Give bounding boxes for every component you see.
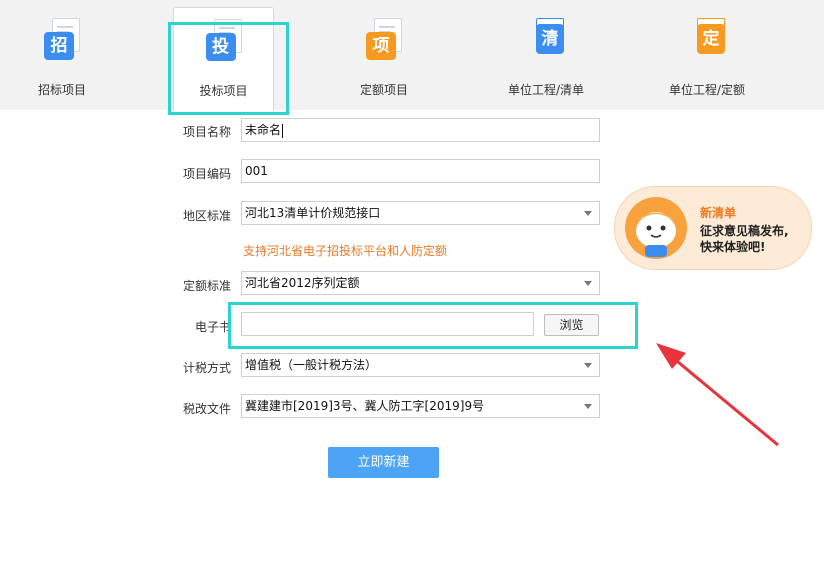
project-code-input[interactable]: 001 xyxy=(241,159,600,183)
tab-label: 单位工程/定额 xyxy=(668,83,746,97)
project-name-value: 未命名 xyxy=(245,123,282,137)
mascot-icon xyxy=(625,197,687,259)
project-name-input[interactable]: 未命名 xyxy=(241,118,600,142)
tax-method-value: 增值税（一般计税方法） xyxy=(245,358,378,372)
promo-line2: 快来体验吧! xyxy=(700,240,766,254)
chevron-down-icon xyxy=(584,404,592,409)
tab-unit-quota[interactable]: 定 单位工程/定额 xyxy=(657,0,757,110)
quota-standard-label: 定额标准 xyxy=(183,279,232,293)
tax-doc-select[interactable]: 冀建建市[2019]3号、冀人防工字[2019]9号 xyxy=(241,394,600,418)
tax-doc-label: 税改文件 xyxy=(183,402,232,416)
region-note: 支持河北省电子招投标平台和人防定额 xyxy=(243,244,448,258)
tab-label: 招标项目 xyxy=(37,83,86,97)
tab-bid-project[interactable]: 招 招标项目 xyxy=(22,0,102,110)
promo-line1: 征求意见稿发布, xyxy=(700,224,789,238)
notebook-list-icon: 清 xyxy=(526,18,566,62)
ebid-highlight xyxy=(228,302,638,349)
red-arrow-annotation xyxy=(656,343,779,447)
notebook-quota-icon: 定 xyxy=(687,18,727,62)
create-now-button[interactable]: 立即新建 xyxy=(328,447,439,478)
project-name-label: 项目名称 xyxy=(183,125,232,139)
chevron-down-icon xyxy=(584,211,592,216)
quota-standard-value: 河北省2012序列定额 xyxy=(245,276,360,290)
chevron-down-icon xyxy=(584,363,592,368)
quota-standard-select[interactable]: 河北省2012序列定额 xyxy=(241,271,600,295)
region-standard-value: 河北13清单计价规范接口 xyxy=(245,206,381,220)
tax-method-label: 计税方式 xyxy=(183,361,232,375)
region-standard-label: 地区标准 xyxy=(183,209,232,223)
tab-unit-list[interactable]: 清 单位工程/清单 xyxy=(496,0,596,110)
tab-label: 定额项目 xyxy=(359,83,408,97)
project-code-label: 项目编码 xyxy=(183,167,232,181)
active-tab-highlight xyxy=(168,22,289,115)
promo-title: 新清单 xyxy=(700,206,737,220)
ebid-file-label: 电子书 xyxy=(195,320,232,334)
tax-method-select[interactable]: 增值税（一般计税方法） xyxy=(241,353,600,377)
tab-label: 单位工程/清单 xyxy=(507,83,585,97)
region-standard-select[interactable]: 河北13清单计价规范接口 xyxy=(241,201,600,225)
tab-quota-project[interactable]: 项 定额项目 xyxy=(344,0,424,110)
document-bid-icon: 招 xyxy=(42,18,82,62)
document-quota-icon: 项 xyxy=(364,18,404,62)
new-list-promo[interactable]: 新清单 征求意见稿发布, 快来体验吧! xyxy=(614,186,812,270)
tax-doc-value: 冀建建市[2019]3号、冀人防工字[2019]9号 xyxy=(245,399,485,413)
chevron-down-icon xyxy=(584,281,592,286)
project-type-tabbar: 招 招标项目 投 投标项目 项 定额项目 清 单位工程/清单 定 单位工程/定额 xyxy=(0,0,824,111)
